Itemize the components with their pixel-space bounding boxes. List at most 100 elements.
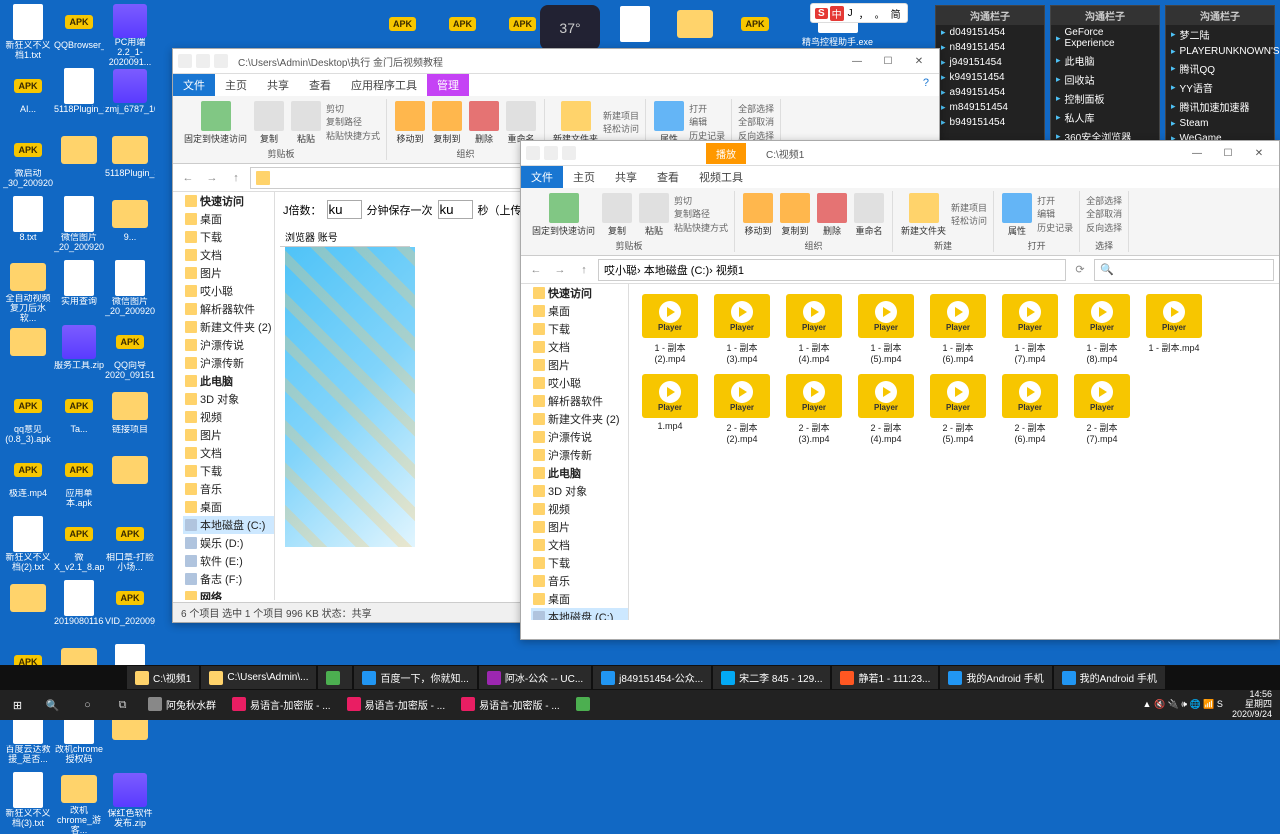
desktop-icon[interactable]: 实用查询 xyxy=(54,259,104,322)
desktop-icon[interactable]: 5118Plugin_360_v2.0.3... xyxy=(54,67,104,130)
newitem-button[interactable]: 新建项目 xyxy=(603,110,639,124)
taskbar-item[interactable]: 静若1 - 111:23... xyxy=(832,666,938,689)
panel-item[interactable]: b949151454 xyxy=(936,115,1044,130)
panel-item[interactable]: Steam xyxy=(1166,116,1274,131)
copyto-button[interactable]: 复制到 xyxy=(430,99,464,147)
paste-button[interactable]: 粘贴 xyxy=(637,191,671,239)
video-file[interactable]: Player1 - 副本 (3).mp4 xyxy=(711,294,773,364)
system-tray[interactable]: ▲ 🔇 🔌 🕪 🌐 📶 S 14:56 星期四 2020/9/24 xyxy=(1143,690,1280,720)
address-bar[interactable]: 哎小聪 › 本地磁盘 (C:) › 视频1 xyxy=(598,259,1066,281)
taskbar-item[interactable]: 百度一下，你就知... xyxy=(354,666,476,689)
panel-item[interactable]: 此电脑 xyxy=(1051,51,1159,70)
qat-icon[interactable] xyxy=(544,146,558,160)
desktop-icon[interactable]: APKTa... xyxy=(54,387,104,450)
tree-item[interactable]: 视频 xyxy=(531,500,628,518)
tree-item[interactable]: 此电脑 xyxy=(531,464,628,482)
taskview-button[interactable]: ⧉ xyxy=(105,690,140,720)
tree-item[interactable]: 快速访问 xyxy=(183,192,274,210)
tree-item[interactable]: 软件 (E:) xyxy=(183,552,274,570)
refresh-button[interactable]: ⟳ xyxy=(1070,260,1090,280)
qat-icon[interactable] xyxy=(562,146,576,160)
cut-button[interactable]: 剪切 xyxy=(326,103,380,117)
tree-item[interactable]: 文档 xyxy=(531,536,628,554)
desktop-icon[interactable]: 微信图片_20_20092017... xyxy=(54,195,104,258)
taskbar-item[interactable]: 易语言-加密版 - ... xyxy=(339,692,454,718)
tab-videotools[interactable]: 视频工具 xyxy=(689,166,753,188)
video-file[interactable]: Player1 - 副本 (2).mp4 xyxy=(639,294,701,364)
panel-item[interactable]: a949151454 xyxy=(936,85,1044,100)
video-file[interactable]: Player2 - 副本 (7).mp4 xyxy=(1071,374,1133,444)
pin-button[interactable]: 固定到快速访问 xyxy=(530,191,597,239)
taskbar-item[interactable]: 我的Android 手机 xyxy=(940,666,1051,689)
desktop-icon[interactable]: APK应用单本.apk xyxy=(54,451,104,514)
taskbar-item[interactable] xyxy=(318,666,352,689)
copy-button[interactable]: 复制 xyxy=(252,99,286,147)
video-file[interactable]: Player1 - 副本 (5).mp4 xyxy=(855,294,917,364)
tab-file[interactable]: 文件 xyxy=(173,74,215,96)
tree-item[interactable]: 桌面 xyxy=(183,498,274,516)
panel-item[interactable]: 梦二陆 xyxy=(1166,25,1274,44)
desktop-icon[interactable]: 服务工具.zip xyxy=(54,323,104,386)
delete-button[interactable]: 删除 xyxy=(467,99,501,147)
tree-item[interactable]: 解析器软件 xyxy=(531,392,628,410)
tab-view[interactable]: 查看 xyxy=(647,166,689,188)
filter-input-2[interactable] xyxy=(438,200,473,219)
panel-item[interactable]: n849151454 xyxy=(936,40,1044,55)
breadcrumb-item[interactable]: › 本地磁盘 (C:) xyxy=(637,262,709,278)
context-tab-play[interactable]: 播放 xyxy=(706,143,746,164)
tree-item[interactable]: 3D 对象 xyxy=(531,482,628,500)
tree-item[interactable]: 哎小聪 xyxy=(531,374,628,392)
tree-item[interactable]: 哎小聪 xyxy=(183,282,274,300)
qat-icon[interactable] xyxy=(214,54,228,68)
desktop-icon[interactable]: APK微启动_30_20092017... xyxy=(3,131,53,194)
forward-button[interactable]: → xyxy=(550,260,570,280)
desktop-icon[interactable]: APKQQBrowser_Setup_UB1... xyxy=(54,3,104,66)
video-file[interactable]: Player1 - 副本 (8).mp4 xyxy=(1071,294,1133,364)
newfolder-button[interactable]: 新建文件夹 xyxy=(899,191,948,239)
preview-tabs[interactable]: 浏览器 账号 xyxy=(280,227,410,247)
desktop-icon[interactable]: 改机chrome_游客... xyxy=(54,771,104,834)
start-button[interactable]: ⊞ xyxy=(0,690,35,720)
back-button[interactable]: ← xyxy=(178,168,198,188)
minimize-button[interactable]: — xyxy=(842,51,872,71)
tab-file[interactable]: 文件 xyxy=(521,166,563,188)
breadcrumb-item[interactable]: 哎小聪 xyxy=(604,262,637,278)
titlebar[interactable]: 播放 C:\视频1 —☐✕ xyxy=(521,141,1279,166)
tab-home[interactable]: 主页 xyxy=(563,166,605,188)
tree-item[interactable]: 沪漂传新 xyxy=(531,446,628,464)
video-file[interactable]: Player2 - 副本 (4).mp4 xyxy=(855,374,917,444)
video-file[interactable]: Player2 - 副本 (3).mp4 xyxy=(783,374,845,444)
qat-icon[interactable] xyxy=(178,54,192,68)
desktop-icon[interactable]: APKVID_202009_21_10404... xyxy=(105,579,155,642)
desktop-icon[interactable]: 保红色软件发布.zip xyxy=(105,771,155,834)
desktop-icon[interactable]: APK相口章-打脸小场... xyxy=(105,515,155,578)
tree-item[interactable]: 图片 xyxy=(183,264,274,282)
panel-item[interactable]: j949151454 xyxy=(936,55,1044,70)
panel-item[interactable]: 回收站 xyxy=(1051,70,1159,89)
open-button[interactable]: 打开 xyxy=(689,103,725,117)
panel-item[interactable]: k949151454 xyxy=(936,70,1044,85)
panel-item[interactable]: PLAYERUNKNOWN'S... xyxy=(1166,44,1274,59)
desktop-icon[interactable] xyxy=(105,451,155,514)
tree-item[interactable]: 视频 xyxy=(183,408,274,426)
taskbar-item[interactable]: C:\Users\Admin\... xyxy=(201,666,316,689)
easyaccess-button[interactable]: 轻松访问 xyxy=(603,123,639,137)
desktop-icon[interactable] xyxy=(3,579,53,642)
taskbar-item[interactable]: 宋二李 845 - 129... xyxy=(713,666,830,689)
tree-item[interactable]: 文档 xyxy=(183,246,274,264)
cortana-button[interactable]: ○ xyxy=(70,690,105,720)
breadcrumb-item[interactable]: › 视频1 xyxy=(709,262,744,278)
qat-icon[interactable] xyxy=(196,54,210,68)
desktop-icon[interactable] xyxy=(54,131,104,194)
ime-toolbar[interactable]: S中J，。简 xyxy=(810,3,908,23)
desktop-icon[interactable]: APK微X_v2.1_8.apk xyxy=(54,515,104,578)
tree-item[interactable]: 桌面 xyxy=(531,590,628,608)
tree-item[interactable]: 下载 xyxy=(531,554,628,572)
video-file[interactable]: Player1 - 副本 (7).mp4 xyxy=(999,294,1061,364)
panel-item[interactable]: YY语音 xyxy=(1166,78,1274,97)
desktop-icon[interactable]: APKQQ向导2020_09151055... xyxy=(105,323,155,386)
delete-button[interactable]: 删除 xyxy=(815,191,849,239)
copypath-button[interactable]: 复制路径 xyxy=(326,116,380,130)
tree-item[interactable]: 沪漂传说 xyxy=(531,428,628,446)
tree-item[interactable]: 此电脑 xyxy=(183,372,274,390)
